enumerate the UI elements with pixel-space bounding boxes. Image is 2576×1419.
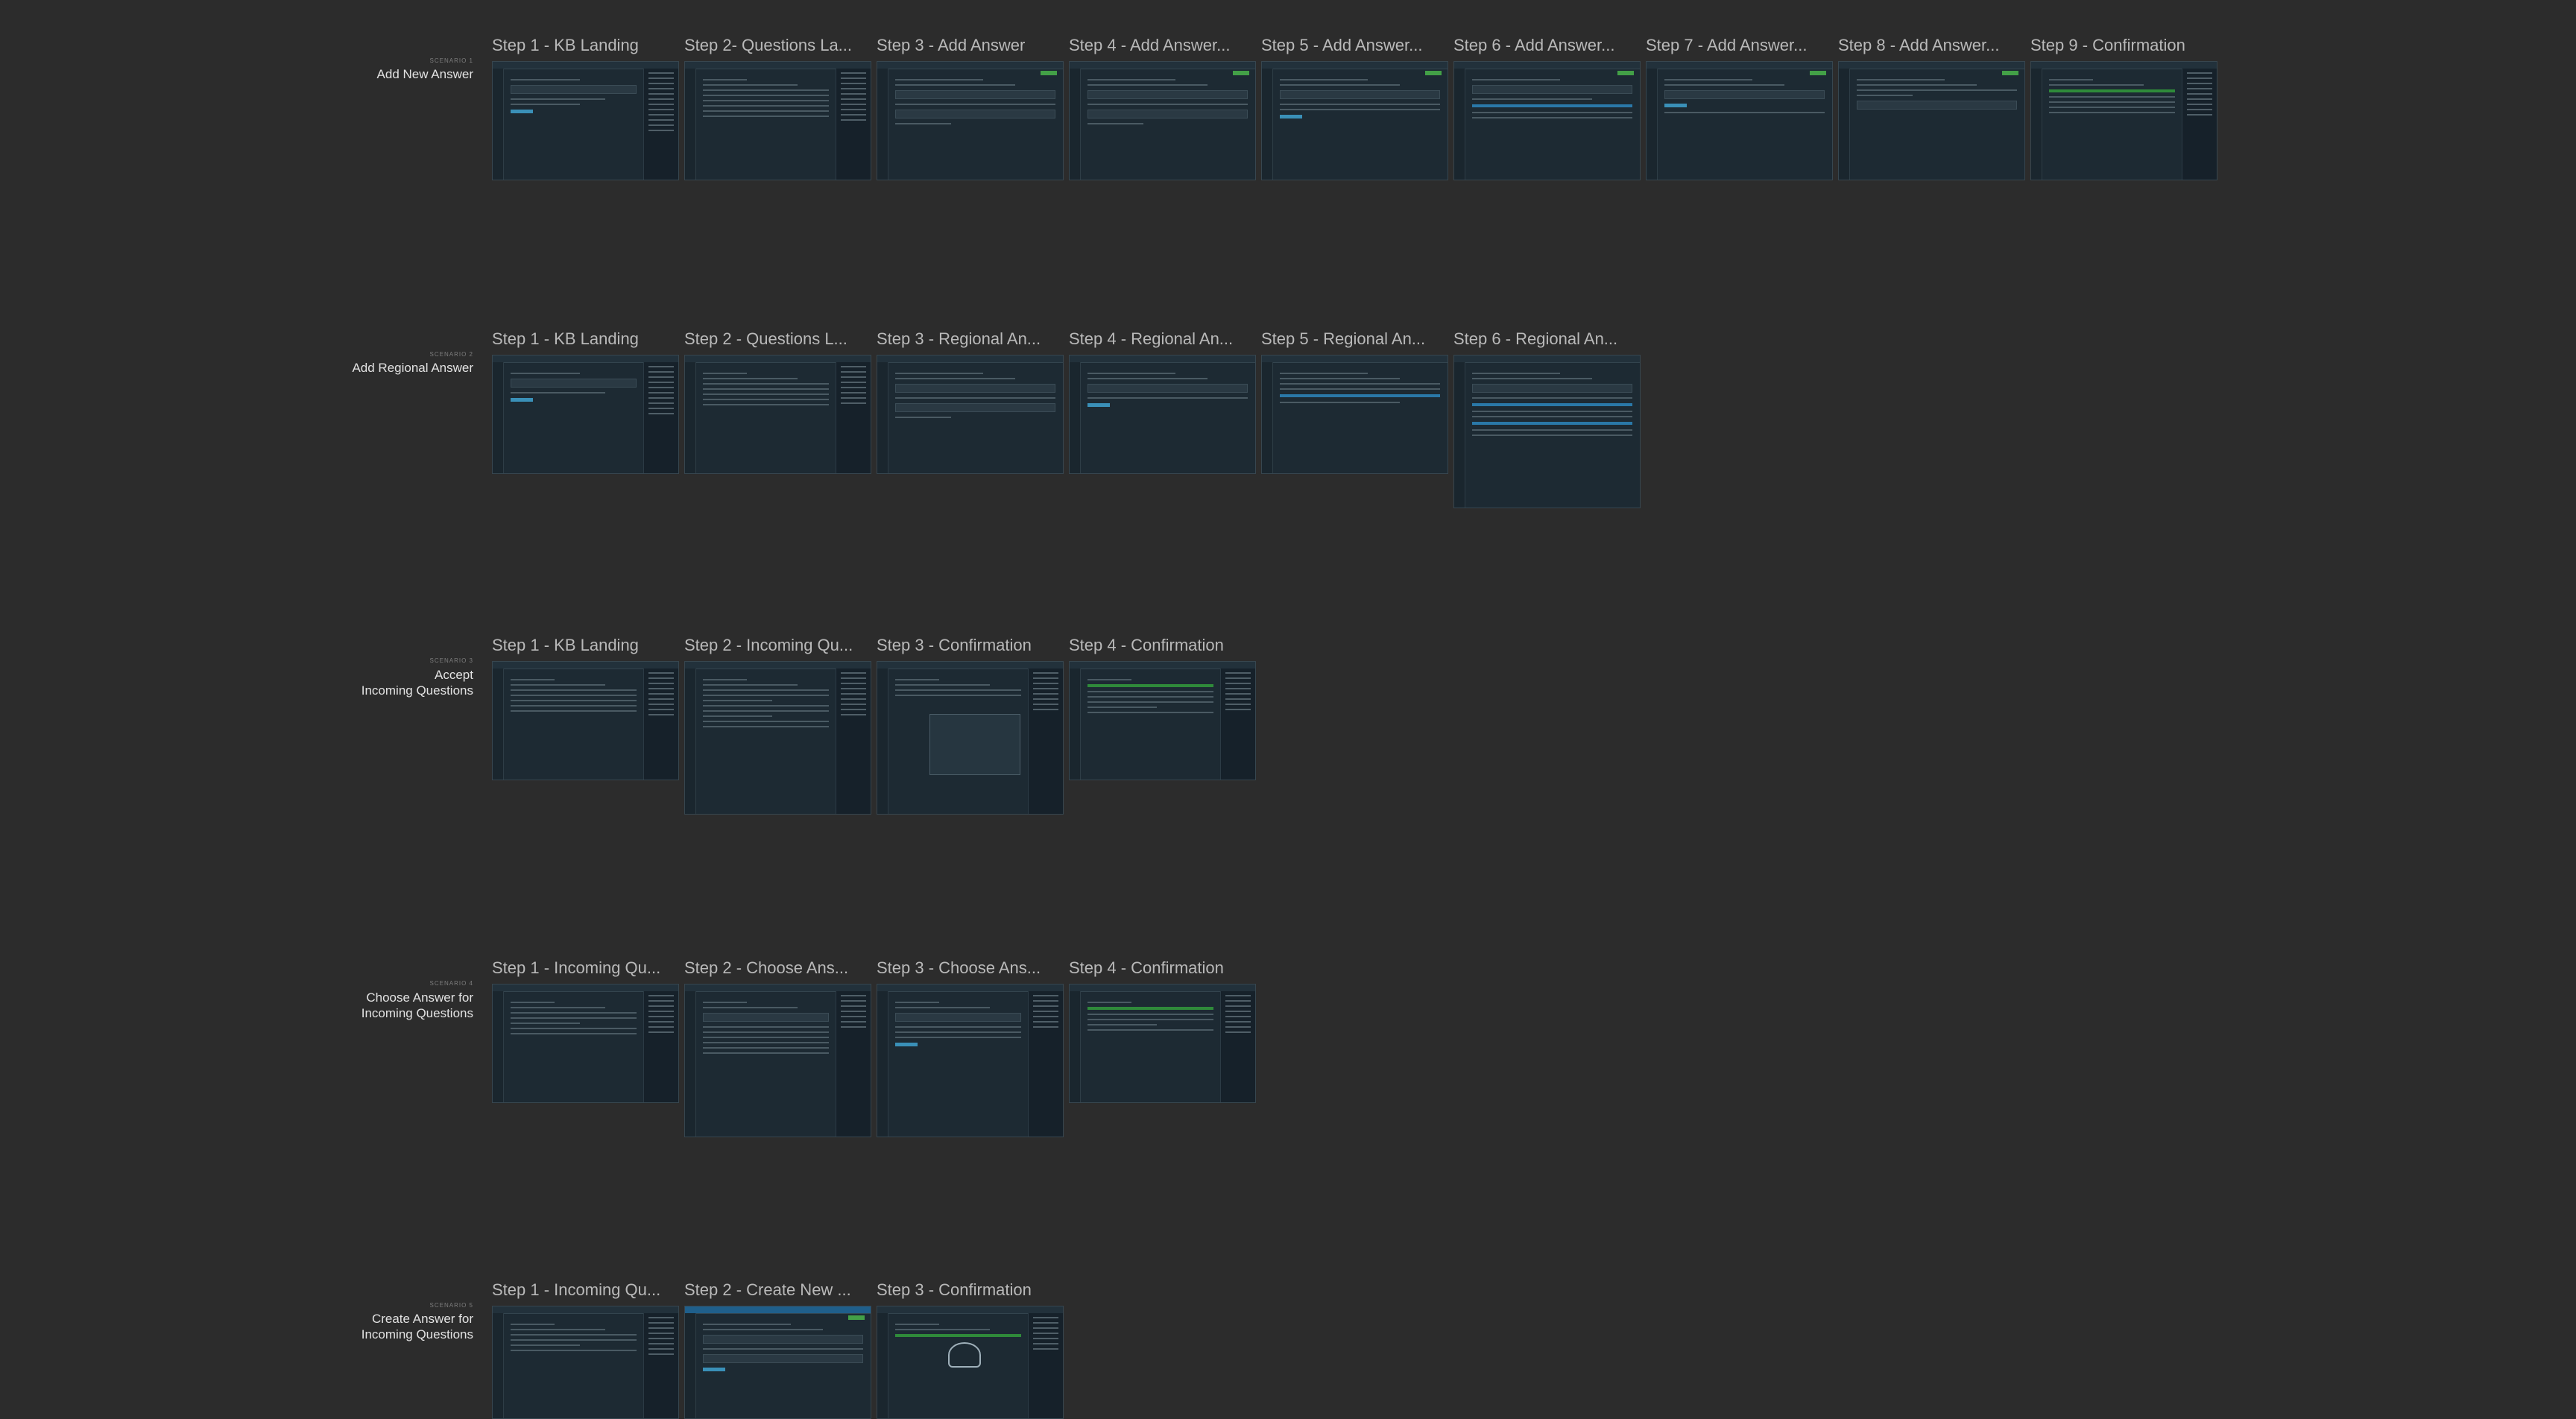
scenario-title-line: Choose Answer for [366,990,473,1005]
scenario-3-title: Accept Incoming Questions [250,667,473,698]
frame-title[interactable]: Step 3 - Confirmation [877,636,1059,655]
scenario-4-eyebrow: SCENARIO 4 [429,980,473,987]
frame-title[interactable]: Step 1 - Incoming Qu... [492,958,675,978]
frame-title[interactable]: Step 9 - Confirmation [2030,36,2213,55]
frame-title[interactable]: Step 3 - Confirmation [877,1280,1059,1300]
frame-title[interactable]: Step 2 - Create New ... [684,1280,867,1300]
frame-title[interactable]: Step 5 - Regional An... [1261,329,1444,349]
scenario-title-line: Incoming Questions [361,1006,473,1020]
frame-thumbnail[interactable] [684,661,871,815]
app-sidebar [493,69,504,180]
design-canvas[interactable]: SCENARIO 1 Add New Answer Step 1 - KB La… [0,0,2576,1419]
scenario-title-line: Add Regional Answer [352,361,473,375]
frame-thumbnail[interactable] [2030,61,2217,180]
frame-title[interactable]: Step 1 - Incoming Qu... [492,1280,675,1300]
frame-thumbnail[interactable] [1069,61,1256,180]
main-content [511,75,637,118]
frame-thumbnail[interactable] [1069,355,1256,474]
scenario-1-title: Add New Answer [250,66,473,82]
scenario-1-eyebrow: SCENARIO 1 [429,57,473,64]
frame-title[interactable]: Step 8 - Add Answer... [1838,36,2021,55]
scenario-2-title: Add Regional Answer [250,360,473,376]
frame-thumbnail[interactable] [684,61,871,180]
frame-thumbnail[interactable] [1261,355,1448,474]
frame-thumbnail[interactable] [1453,355,1641,508]
scenario-5-eyebrow: SCENARIO 5 [429,1302,473,1309]
frame-thumbnail[interactable] [1261,61,1448,180]
scenario-title-line: Incoming Questions [361,1327,473,1341]
frame-title[interactable]: Step 5 - Add Answer... [1261,36,1444,55]
frame-title[interactable]: Step 4 - Confirmation [1069,636,1251,655]
frame-title[interactable]: Step 1 - KB Landing [492,36,675,55]
frame-title[interactable]: Step 4 - Regional An... [1069,329,1251,349]
frame-thumbnail[interactable] [1838,61,2025,180]
frame-thumbnail[interactable] [877,1306,1064,1419]
frame-title[interactable]: Step 7 - Add Answer... [1646,36,1828,55]
frame-thumbnail[interactable] [492,355,679,474]
frame-title[interactable]: Step 4 - Confirmation [1069,958,1251,978]
frame-title[interactable]: Step 6 - Add Answer... [1453,36,1636,55]
frame-thumbnail[interactable] [684,984,871,1137]
frame-thumbnail[interactable] [492,1306,679,1419]
frame-thumbnail[interactable] [684,1306,871,1419]
frame-thumbnail[interactable] [492,661,679,780]
frame-title[interactable]: Step 1 - KB Landing [492,636,675,655]
scenario-2-eyebrow: SCENARIO 2 [429,351,473,358]
frame-title[interactable]: Step 3 - Add Answer [877,36,1059,55]
frame-title[interactable]: Step 2- Questions La... [684,36,867,55]
confirm-modal [929,714,1020,775]
frame-title[interactable]: Step 3 - Regional An... [877,329,1059,349]
frame-title[interactable]: Step 2 - Questions L... [684,329,867,349]
frame-thumbnail[interactable] [684,355,871,474]
right-panel [643,69,678,180]
scenario-4-title: Choose Answer for Incoming Questions [250,990,473,1021]
frame-title[interactable]: Step 2 - Choose Ans... [684,958,867,978]
scenario-title-line: Incoming Questions [361,683,473,698]
frame-thumbnail[interactable] [492,984,679,1103]
crown-icon [948,1342,981,1368]
frame-title[interactable]: Step 2 - Incoming Qu... [684,636,867,655]
frame-thumbnail[interactable] [877,355,1064,474]
frame-thumbnail[interactable] [877,984,1064,1137]
frame-thumbnail[interactable] [877,61,1064,180]
right-panel [836,69,871,180]
frame-thumbnail[interactable] [1069,661,1256,780]
scenario-title-line: Add New Answer [376,67,473,81]
frame-thumbnail[interactable] [492,61,679,180]
scenario-3-eyebrow: SCENARIO 3 [429,657,473,664]
frame-title[interactable]: Step 3 - Choose Ans... [877,958,1059,978]
frame-thumbnail[interactable] [1069,984,1256,1103]
scenario-title-line: Create Answer for [371,1312,473,1326]
scenario-5-title: Create Answer for Incoming Questions [250,1311,473,1342]
frame-thumbnail[interactable] [1453,61,1641,180]
frame-thumbnail[interactable] [1646,61,1833,180]
scenario-title-line: Accept [435,668,473,682]
frame-title[interactable]: Step 4 - Add Answer... [1069,36,1251,55]
frame-thumbnail[interactable] [877,661,1064,815]
frame-title[interactable]: Step 1 - KB Landing [492,329,675,349]
frame-title[interactable]: Step 6 - Regional An... [1453,329,1636,349]
